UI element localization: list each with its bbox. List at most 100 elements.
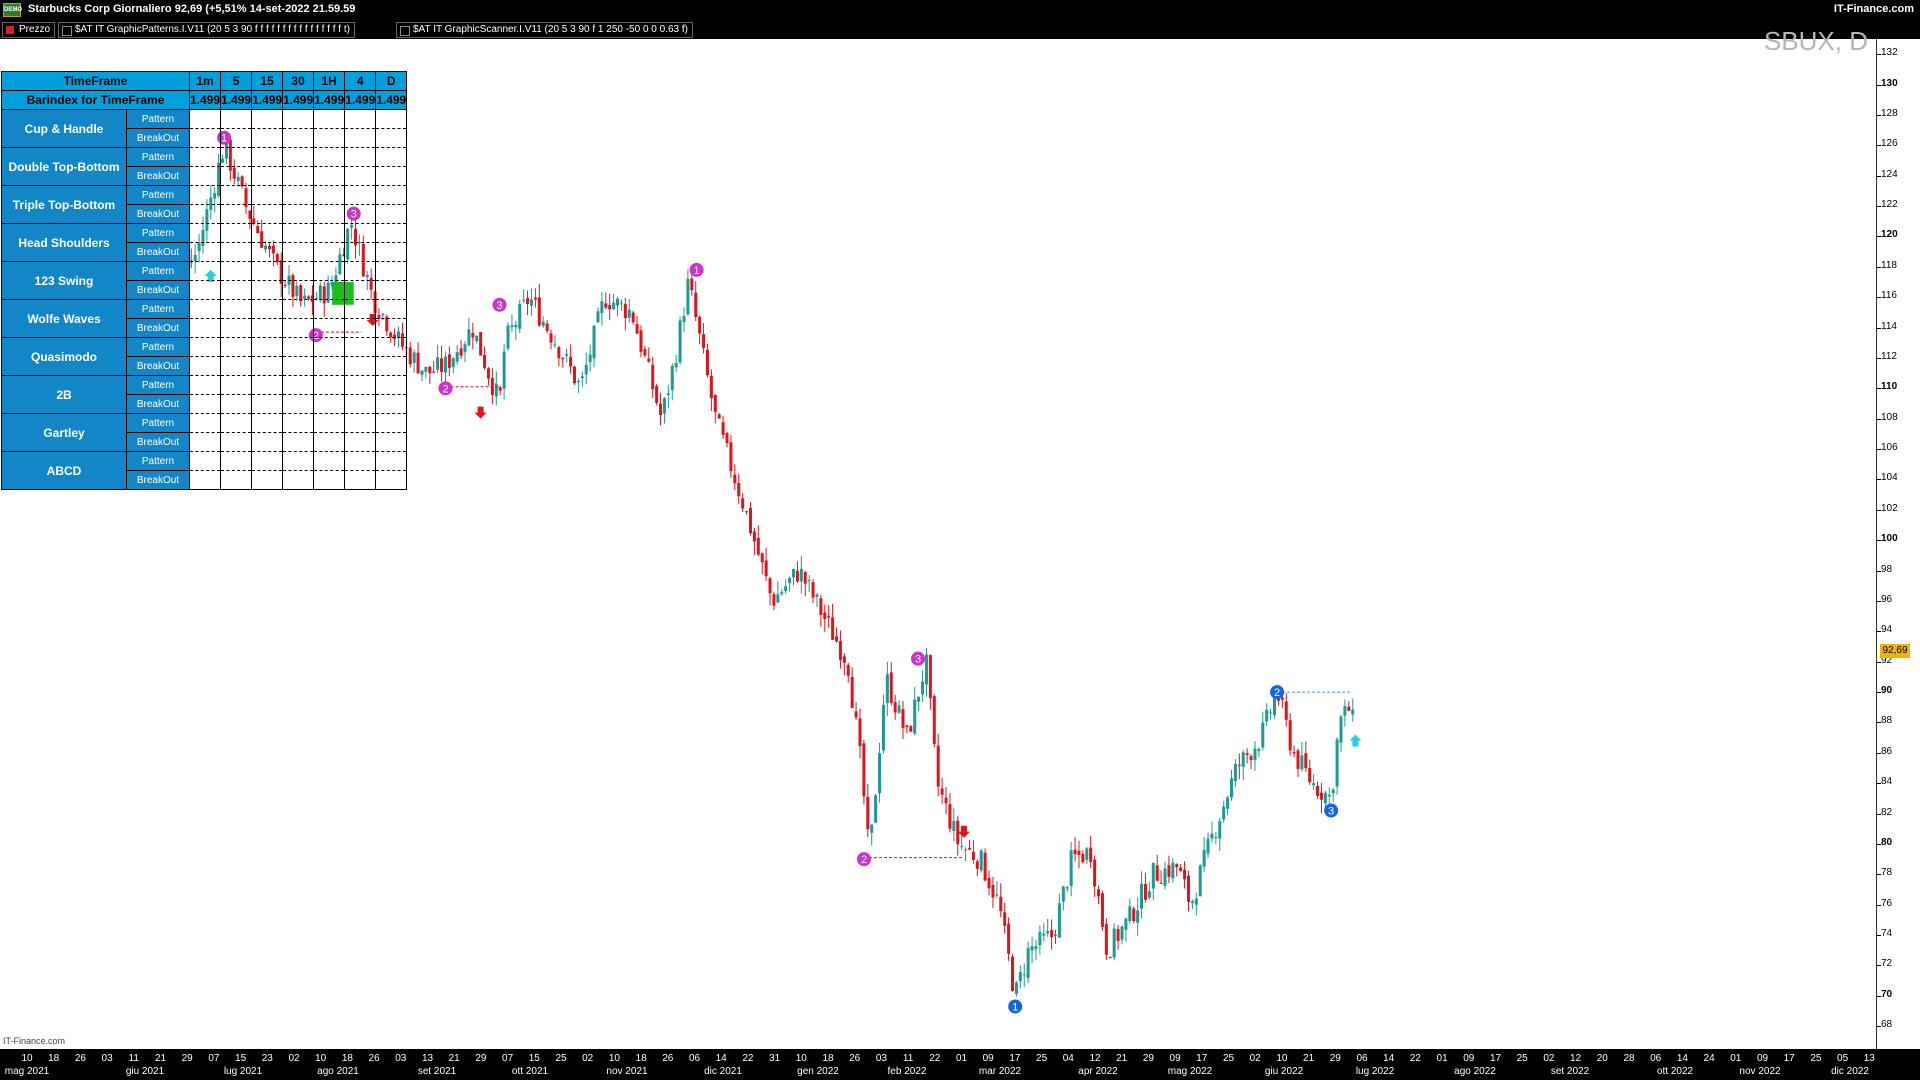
color-swatch (400, 26, 410, 36)
scanner-cell (220, 223, 253, 243)
candle-body (983, 852, 987, 881)
candle-body (862, 743, 866, 797)
scanner-cell (251, 432, 284, 452)
scanner-cell (251, 470, 284, 490)
marker-label: 1 (694, 265, 700, 277)
candle-body (866, 796, 870, 830)
scanner-cell (344, 223, 377, 243)
candle-body (694, 292, 698, 318)
buy-signal-arrow-icon (1349, 734, 1362, 747)
scanner-cell (313, 223, 346, 243)
candle-body (1265, 709, 1269, 722)
scanner-cell (251, 394, 284, 414)
price-tick-label: 128 (1881, 107, 1898, 119)
candle-body (471, 333, 475, 338)
barindex-value: 1.499 (375, 90, 408, 110)
candle-body (1296, 750, 1300, 769)
candle-body (1159, 882, 1163, 884)
candle-body (1100, 893, 1104, 927)
candle-body (764, 560, 768, 577)
pattern-point-marker: 2 (1270, 685, 1285, 700)
scanner-cell (251, 451, 284, 471)
price-axis[interactable]: 68 70 72 74 76 78 80 82 84 86 88 90 92 94 96 98 100 102 10… (1876, 39, 1920, 1049)
date-tick-label: 02 (1249, 1053, 1261, 1064)
candle-body (831, 617, 835, 640)
candle-body (1210, 833, 1214, 839)
month-label: ott 2021 (511, 1066, 549, 1077)
candle-body (1151, 862, 1155, 889)
time-axis[interactable]: 10 18 26 03 11 21 29 07 15 23 02 10 18 26 03 13 21 29 07 15… (0, 1049, 1920, 1080)
scanner-cell (375, 128, 408, 148)
candle-body (1007, 923, 1011, 954)
timeframe-column-header: D (375, 71, 408, 91)
candle-body (533, 297, 537, 300)
scanner-cell (375, 204, 408, 224)
candle-body (573, 366, 576, 384)
date-tick-label: 09 (1756, 1053, 1769, 1064)
scanner-cell (375, 185, 408, 205)
candle-body (842, 656, 846, 663)
indicator-price[interactable]: Prezzo (2, 22, 56, 38)
date-tick-label: 06 (1650, 1053, 1662, 1064)
scanner-cell (188, 356, 222, 376)
candle-body (529, 299, 533, 306)
candle-body (1273, 697, 1277, 716)
candle-body (819, 598, 823, 615)
indicator-graphic-scanner[interactable]: $AT IT GraphicScanner.I.V11 (20 5 3 90 f… (396, 22, 693, 38)
date-tick-label: 26 (662, 1053, 674, 1064)
scanner-cell (313, 109, 346, 129)
candle-body (553, 344, 557, 346)
date-tick-label: 10 (608, 1053, 620, 1064)
scanner-cell (251, 299, 284, 319)
pattern-subrow-label: Pattern (126, 109, 190, 129)
indicator-graphic-patterns[interactable]: $AT IT GraphicPatterns.I.V11 (20 5 3 90 … (58, 22, 355, 38)
scanner-cell (375, 432, 408, 452)
scanner-cell (220, 204, 253, 224)
month-label: set 2021 (417, 1066, 457, 1077)
price-tick-label: 94 (1881, 624, 1893, 636)
scanner-cell (282, 413, 315, 433)
scanner-cell (220, 318, 253, 338)
source-label: IT-Finance.com (3, 1036, 66, 1046)
price-tick-label: 80 (1881, 836, 1893, 848)
candle-body (580, 376, 584, 379)
scanner-cell (313, 280, 346, 300)
candle-body (1206, 838, 1210, 854)
scanner-cell (375, 394, 408, 414)
price-tick-label: 102 (1881, 502, 1898, 514)
scanner-cell (188, 261, 222, 281)
barindex-value: 1.499 (220, 90, 253, 110)
scanner-cell (375, 109, 408, 129)
scanner-cell (251, 261, 284, 281)
candle-body (412, 352, 416, 363)
candle-body (1112, 928, 1116, 958)
month-label: ago 2022 (1454, 1066, 1496, 1077)
price-tick-label: 110 (1881, 381, 1898, 393)
candle-body (1042, 933, 1046, 936)
scanner-cell (375, 147, 408, 167)
candle-body (420, 370, 424, 375)
candle-body (1073, 849, 1077, 855)
scanner-cell (220, 299, 253, 319)
scanner-cell (282, 394, 315, 414)
candle-body (1085, 848, 1089, 860)
scanner-cell (375, 375, 408, 395)
scanner-cell (344, 375, 377, 395)
candle-body (463, 344, 467, 353)
candle-body (674, 362, 678, 368)
candle-body (440, 358, 444, 372)
candle-body (987, 877, 991, 889)
scanner-cell (188, 432, 222, 452)
price-tick-label: 120 (1881, 229, 1898, 241)
month-label: mag 2021 (4, 1066, 50, 1077)
candle-body (436, 357, 440, 370)
date-tick-label: 21 (154, 1053, 167, 1064)
candle-body (967, 847, 971, 850)
price-tick-label: 100 (1881, 533, 1898, 545)
candle-body (1190, 901, 1194, 904)
candle-body (565, 354, 569, 356)
candle-body (702, 334, 706, 348)
scanner-cell (251, 242, 284, 262)
scanner-cell (344, 109, 377, 129)
candle-body (522, 299, 526, 301)
